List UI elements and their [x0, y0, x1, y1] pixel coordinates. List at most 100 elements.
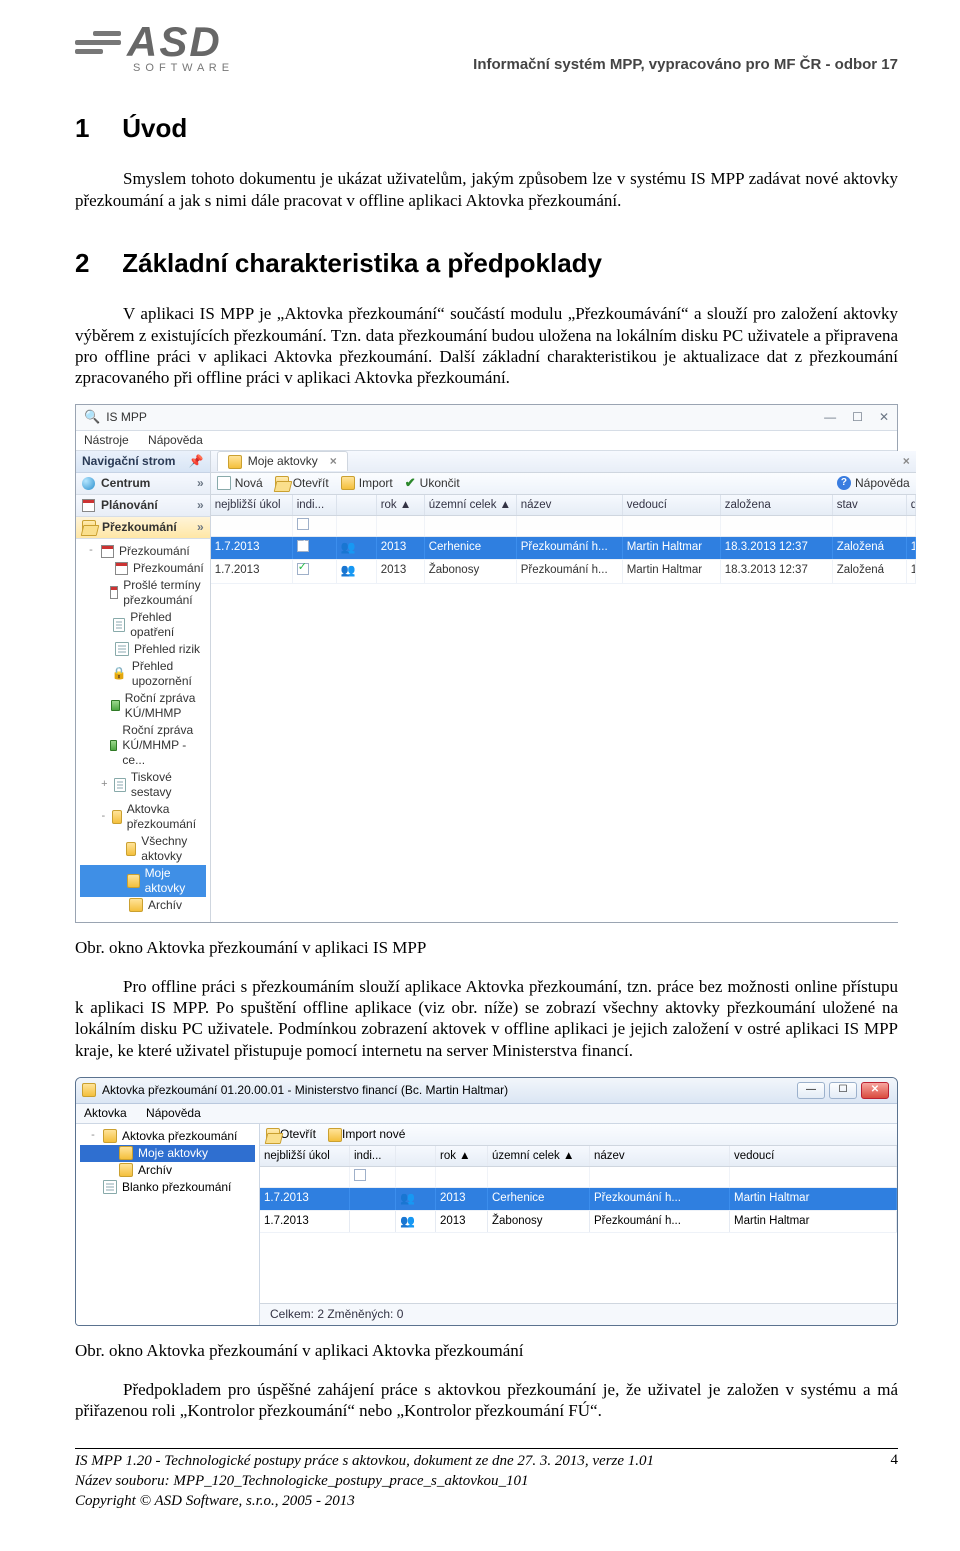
globe-icon	[82, 477, 95, 490]
folder-icon	[328, 1128, 342, 1142]
footer-line-1: IS MPP 1.20 - Technologické postupy prác…	[75, 1451, 654, 1471]
help-button[interactable]: ?Nápověda	[837, 476, 910, 491]
menubar: Aktovka Nápověda	[76, 1104, 897, 1124]
checkbox-icon	[354, 1169, 366, 1181]
new-button[interactable]: Nová	[217, 476, 263, 491]
tree-item[interactable]: Blanko přezkoumání	[80, 1179, 255, 1196]
tree-item[interactable]: -Aktovka přezkoumání	[80, 1128, 255, 1145]
tree-item[interactable]: Archív	[80, 897, 206, 914]
document-icon	[114, 778, 126, 792]
table-row[interactable]: 1.7.2013👥2013CerhenicePřezkoumání h...Ma…	[260, 1188, 897, 1210]
folder-open-icon	[82, 520, 96, 534]
folder-icon	[228, 455, 242, 469]
screenshot-aktovka: Aktovka přezkoumání 01.20.00.01 - Minist…	[75, 1077, 898, 1326]
folder-icon	[119, 1163, 133, 1177]
document-icon	[103, 1180, 117, 1194]
page-header: ASD S O F T W A R E Informační systém MP…	[75, 20, 898, 76]
minimize-button[interactable]: —	[797, 1082, 825, 1099]
section-1-p1: Smyslem tohoto dokumentu je ukázat uživa…	[75, 168, 898, 211]
section-2-title: Základní charakteristika a předpoklady	[122, 248, 602, 278]
filter-row[interactable]	[211, 516, 916, 537]
checkbox-icon	[297, 563, 309, 575]
footer-rule	[75, 1448, 898, 1449]
screenshot-ismpp: 🔍 IS MPP — ☐ ✕ Nástroje Nápověda Navigač…	[75, 404, 898, 922]
logo-sub: S O F T W A R E	[133, 62, 230, 76]
open-button[interactable]: Otevřít	[275, 476, 329, 491]
tab-moje-aktovky[interactable]: Moje aktovky ×	[217, 451, 348, 471]
lock-icon: 🔒	[112, 666, 127, 681]
tree-item[interactable]: -Přezkoumání	[80, 543, 206, 560]
filter-row[interactable]	[260, 1167, 897, 1188]
pin-icon[interactable]: 📌	[189, 454, 204, 469]
checkbox-icon	[297, 518, 309, 530]
end-paragraph: Předpokladem pro úspěšné zahájení práce …	[75, 1379, 898, 1422]
window-title: Aktovka přezkoumání 01.20.00.01 - Minist…	[102, 1083, 508, 1098]
column-headers[interactable]: nejbližší úkol indi... rok ▲ územní cele…	[211, 495, 916, 516]
nav-tree: -PřezkoumáníPřezkoumáníProšlé termíny př…	[76, 539, 210, 922]
section-1-heading: 1 Úvod	[75, 112, 898, 145]
tree-item[interactable]: Všechny aktovky	[80, 833, 206, 865]
folder-icon	[127, 874, 139, 888]
checkbox-icon	[297, 540, 309, 552]
section-2-heading: 2 Základní charakteristika a předpoklady	[75, 247, 898, 280]
figure-caption-2: Obr. okno Aktovka přezkoumání v aplikaci…	[75, 1340, 898, 1361]
tree-item[interactable]: Roční zpráva KÚ/MHMP - ce...	[80, 722, 206, 769]
maximize-icon[interactable]: ☐	[852, 410, 863, 425]
folder-icon	[103, 1129, 117, 1143]
section-2-num: 2	[75, 247, 115, 280]
tree-item[interactable]: Archív	[80, 1162, 255, 1179]
folder-open-icon	[275, 476, 289, 490]
panel-prezkoumani[interactable]: Přezkoumání »	[76, 517, 210, 539]
tree-item[interactable]: Roční zpráva KÚ/MHMP	[80, 690, 206, 722]
close-icon[interactable]: ✕	[879, 410, 889, 425]
book-icon	[110, 740, 117, 751]
panel-centrum[interactable]: Centrum »	[76, 473, 210, 495]
close-button[interactable]: ✕	[861, 1082, 889, 1099]
document-icon	[113, 618, 125, 632]
window-titlebar: Aktovka přezkoumání 01.20.00.01 - Minist…	[76, 1078, 897, 1104]
tabrow-close-icon[interactable]: ×	[903, 454, 910, 469]
maximize-button[interactable]: ☐	[829, 1082, 857, 1099]
header-right: Informační systém MPP, vypracováno pro M…	[473, 56, 898, 75]
grid-body: 1.7.2013👥2013CerhenicePřezkoumání h...Ma…	[260, 1188, 897, 1233]
menu-help[interactable]: Nápověda	[146, 1106, 201, 1120]
table-row[interactable]: 1.7.2013👥2013ŽabonosyPřezkoumání h...Mar…	[211, 560, 916, 583]
mid-paragraph: Pro offline práci s přezkoumáním slouží …	[75, 976, 898, 1061]
panel-planovani[interactable]: Plánování »	[76, 495, 210, 517]
menu-aktovka[interactable]: Aktovka	[84, 1106, 127, 1120]
page-number: 4	[891, 1451, 899, 1470]
end-button[interactable]: ✔Ukončit	[405, 476, 460, 491]
tree-item[interactable]: Moje aktovky	[80, 865, 206, 897]
users-icon: 👥	[341, 540, 356, 554]
tree-item[interactable]: +Tiskové sestavy	[80, 769, 206, 801]
menu-tools[interactable]: Nástroje	[84, 433, 129, 447]
check-icon: ✔	[405, 477, 416, 489]
table-row[interactable]: 1.7.2013👥2013ŽabonosyPřezkoumání h...Mar…	[260, 1211, 897, 1233]
folder-icon	[341, 476, 355, 490]
document-icon	[115, 642, 129, 656]
app-icon	[82, 1083, 96, 1097]
import-button[interactable]: Import nové	[328, 1127, 405, 1142]
tree-item[interactable]: Přehled rizik	[80, 641, 206, 658]
calendar-icon	[101, 545, 114, 558]
tree-item[interactable]: Přezkoumání	[80, 560, 206, 577]
users-icon: 👥	[400, 1214, 415, 1228]
menu-help[interactable]: Nápověda	[148, 433, 203, 447]
table-row[interactable]: 1.7.2013👥2013CerhenicePřezkoumání h...Ma…	[211, 537, 916, 560]
help-icon: ?	[837, 476, 851, 490]
tree-item[interactable]: Moje aktovky	[80, 1145, 255, 1162]
minimize-icon[interactable]: —	[824, 410, 836, 425]
tree-item[interactable]: Prošlé termíny přezkoumání	[80, 577, 206, 609]
users-icon: 👥	[400, 1191, 415, 1205]
tree-item[interactable]: -Aktovka přezkoumání	[80, 801, 206, 833]
tab-close-icon[interactable]: ×	[330, 454, 337, 469]
folder-icon	[119, 1146, 133, 1160]
import-button[interactable]: Import	[341, 476, 393, 491]
window-title: IS MPP	[106, 410, 147, 425]
column-headers[interactable]: nejbližší úkol indi... rok ▲ územní cele…	[260, 1146, 897, 1167]
tree-item[interactable]: 🔒Přehled upozornění	[80, 658, 206, 690]
tree-item[interactable]: Přehled opatření	[80, 609, 206, 641]
folder-icon	[126, 842, 136, 856]
open-button[interactable]: Otevřít	[266, 1127, 316, 1142]
toolbar: Otevřít Import nové	[260, 1124, 897, 1146]
